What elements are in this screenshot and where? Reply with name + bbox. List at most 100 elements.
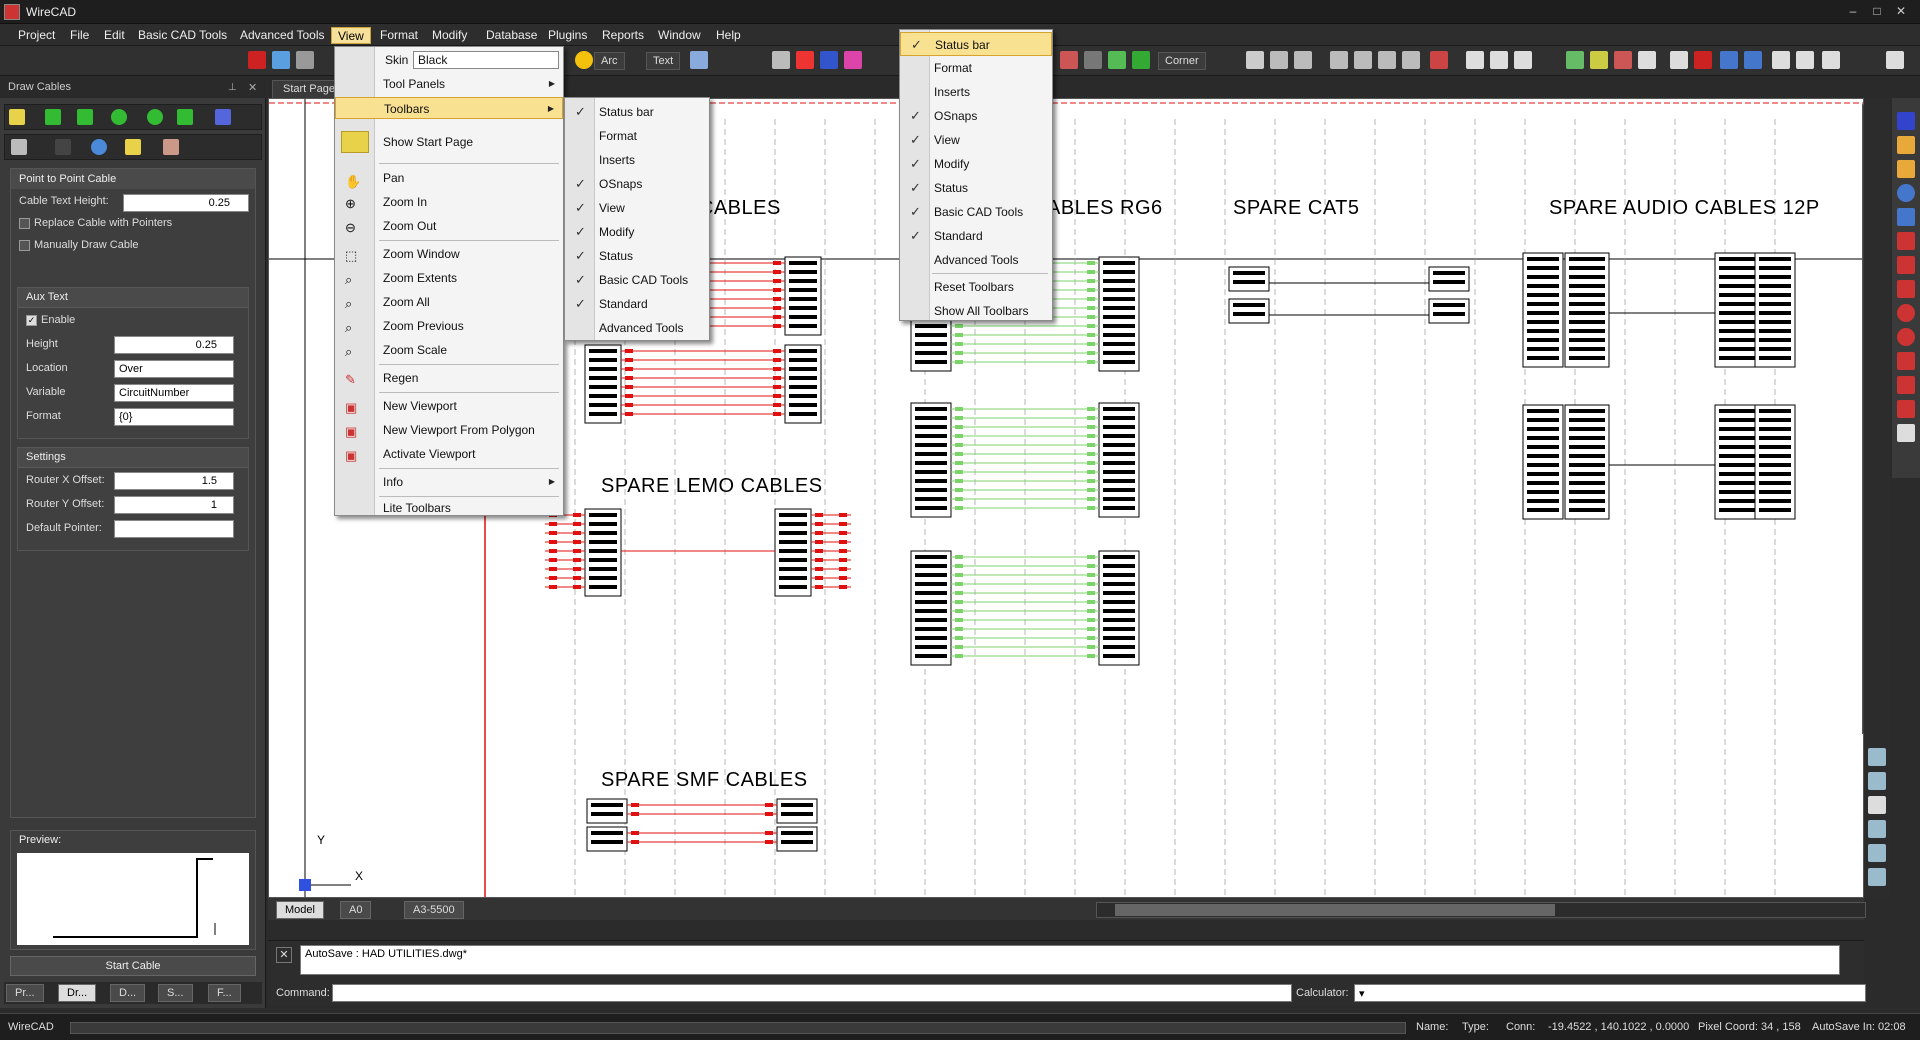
arc-tool[interactable]: Arc: [594, 52, 625, 70]
strip-line-icon[interactable]: [1897, 136, 1915, 154]
strip-circle-icon[interactable]: [1897, 184, 1915, 202]
table-icon[interactable]: [55, 139, 71, 155]
osnap-icon[interactable]: [820, 51, 838, 69]
menu-format[interactable]: Format: [374, 27, 424, 44]
toolbars-popup-item-status[interactable]: ✓ Status: [900, 176, 1052, 200]
layout-tab-a0[interactable]: A0: [340, 901, 372, 919]
strip-point-icon[interactable]: [1897, 304, 1915, 322]
zoom-previous-icon[interactable]: [1402, 51, 1420, 69]
panel-tab-symbols[interactable]: S...: [158, 984, 193, 1002]
toolbars-submenu-item-inserts[interactable]: Inserts: [565, 148, 709, 172]
menu-lite-toolbars[interactable]: Lite Toolbars: [335, 497, 563, 519]
cable-text-height-field[interactable]: 0.25: [123, 194, 249, 212]
menu-advanced-tools[interactable]: Advanced Tools: [234, 27, 331, 44]
toolbars-popup-item-basic-cad-tools[interactable]: ✓ Basic CAD Tools: [900, 200, 1052, 224]
zoom-out-icon[interactable]: [1294, 51, 1312, 69]
menu-view[interactable]: View: [331, 27, 371, 44]
menu-new-viewport[interactable]: ▣ New Viewport: [335, 395, 563, 417]
toolbars-popup-item-format[interactable]: Format: [900, 56, 1052, 80]
menu-toolbars[interactable]: Toolbars ▶: [335, 97, 563, 119]
aux-text-title[interactable]: Aux Text: [18, 288, 248, 308]
panel-tab-projects[interactable]: Pr...: [6, 984, 44, 1002]
layout-tab-model[interactable]: Model: [276, 901, 324, 919]
strip-zoom-out-icon[interactable]: [1868, 772, 1886, 790]
maximize-button[interactable]: □: [1866, 3, 1888, 19]
menu-window[interactable]: Window: [652, 27, 707, 44]
toolbars-popup-item-reset-toolbars[interactable]: Reset Toolbars: [900, 275, 1052, 299]
brush-icon[interactable]: [163, 139, 179, 155]
default-pointer-select[interactable]: [114, 520, 234, 538]
strip-hatch-icon[interactable]: [1897, 376, 1915, 394]
open-icon[interactable]: [1590, 51, 1608, 69]
pin-icon[interactable]: ⊥: [228, 82, 237, 93]
toolbars-submenu-item-status-bar[interactable]: ✓ Status bar: [565, 100, 709, 124]
list-icon[interactable]: [11, 139, 27, 155]
settings-title[interactable]: Settings: [18, 448, 248, 468]
toolbars-submenu-item-basic-cad-tools[interactable]: ✓ Basic CAD Tools: [565, 268, 709, 292]
menu-zoom-all[interactable]: ⌕ Zoom All: [335, 291, 563, 313]
format-field[interactable]: {0}: [114, 408, 234, 426]
grid-icon[interactable]: [1132, 51, 1150, 69]
close-panel-icon[interactable]: ✕: [248, 81, 257, 94]
polyline-icon[interactable]: [296, 51, 314, 69]
strip-polyline-icon[interactable]: [1897, 160, 1915, 178]
undo-icon[interactable]: [1720, 51, 1738, 69]
menu-zoom-in[interactable]: ⊕ Zoom In: [335, 191, 563, 213]
connector-multi-icon[interactable]: [77, 109, 93, 125]
edit-icon[interactable]: [125, 139, 141, 155]
save-all-icon[interactable]: [1638, 51, 1656, 69]
toolbars-popup-item-show-all-toolbars[interactable]: Show All Toolbars: [900, 299, 1052, 323]
menu-file[interactable]: File: [64, 27, 95, 44]
paste-icon[interactable]: [1796, 51, 1814, 69]
close-log-icon[interactable]: ✕: [276, 947, 292, 963]
menu-zoom-out[interactable]: ⊖ Zoom Out: [335, 215, 563, 237]
zoom-extents-icon[interactable]: [1354, 51, 1372, 69]
router-x-field[interactable]: 1.5: [114, 472, 234, 490]
toolbars-popup-item-osnaps[interactable]: ✓ OSnaps: [900, 104, 1052, 128]
arc-icon[interactable]: [575, 51, 593, 69]
menu-zoom-window[interactable]: ⬚ Zoom Window: [335, 243, 563, 265]
calculator-input[interactable]: ▾: [1354, 984, 1866, 1002]
toolbars-submenu-item-modify[interactable]: ✓ Modify: [565, 220, 709, 244]
menu-info[interactable]: Info ▶: [335, 471, 563, 493]
strip-ellipse-icon[interactable]: [1897, 328, 1915, 346]
strip-arc-icon[interactable]: [1897, 280, 1915, 298]
strip-zoom-in-icon[interactable]: [1868, 748, 1886, 766]
variable-select[interactable]: CircuitNumber: [114, 384, 234, 402]
replace-cable-checkbox[interactable]: [19, 217, 30, 229]
toolbars-popup-item-modify[interactable]: ✓ Modify: [900, 152, 1052, 176]
regen-icon[interactable]: [1430, 51, 1448, 69]
strip-block-icon[interactable]: [1897, 400, 1915, 418]
dimension-icon[interactable]: [690, 51, 708, 69]
select-icon[interactable]: [772, 51, 790, 69]
menu-project[interactable]: Project: [12, 27, 61, 44]
viewport-polygon-icon[interactable]: [1490, 51, 1508, 69]
skin-select[interactable]: Black: [413, 51, 559, 69]
menu-database[interactable]: Database: [480, 27, 543, 44]
menu-zoom-previous[interactable]: ⌕ Zoom Previous: [335, 315, 563, 337]
strip-spline-icon[interactable]: [1897, 352, 1915, 370]
node-alt-icon[interactable]: [147, 109, 163, 125]
menu-basic-cad-tools[interactable]: Basic CAD Tools: [132, 27, 233, 44]
location-select[interactable]: Over: [114, 360, 234, 378]
menu-tool-panels[interactable]: Tool Panels ▶: [335, 73, 563, 95]
menu-activate-viewport[interactable]: ▣ Activate Viewport: [335, 443, 563, 465]
zoom-all-icon[interactable]: [1378, 51, 1396, 69]
toolbars-popup-item-inserts[interactable]: Inserts: [900, 80, 1052, 104]
strip-rect-icon[interactable]: [1897, 208, 1915, 226]
menu-zoom-scale[interactable]: ⌕ Zoom Scale: [335, 339, 563, 361]
shape-icon[interactable]: [1060, 51, 1078, 69]
panel-tab-draw[interactable]: Dr...: [58, 984, 97, 1002]
copy-icon[interactable]: [1670, 51, 1688, 69]
refresh-icon[interactable]: [91, 139, 107, 155]
strip-dim-icon[interactable]: [1897, 256, 1915, 274]
menu-regen[interactable]: ✎ Regen: [335, 367, 563, 389]
menu-zoom-extents[interactable]: ⌕ Zoom Extents: [335, 267, 563, 289]
menu-new-viewport-polygon[interactable]: ▣ New Viewport From Polygon: [335, 419, 563, 441]
panel-tab-database[interactable]: D...: [110, 984, 146, 1002]
zoom-in-icon[interactable]: [1270, 51, 1288, 69]
manual-draw-checkbox[interactable]: [19, 239, 30, 251]
snap-icon[interactable]: [844, 51, 862, 69]
node-icon[interactable]: [111, 109, 127, 125]
toolbars-submenu-item-format[interactable]: Format: [565, 124, 709, 148]
